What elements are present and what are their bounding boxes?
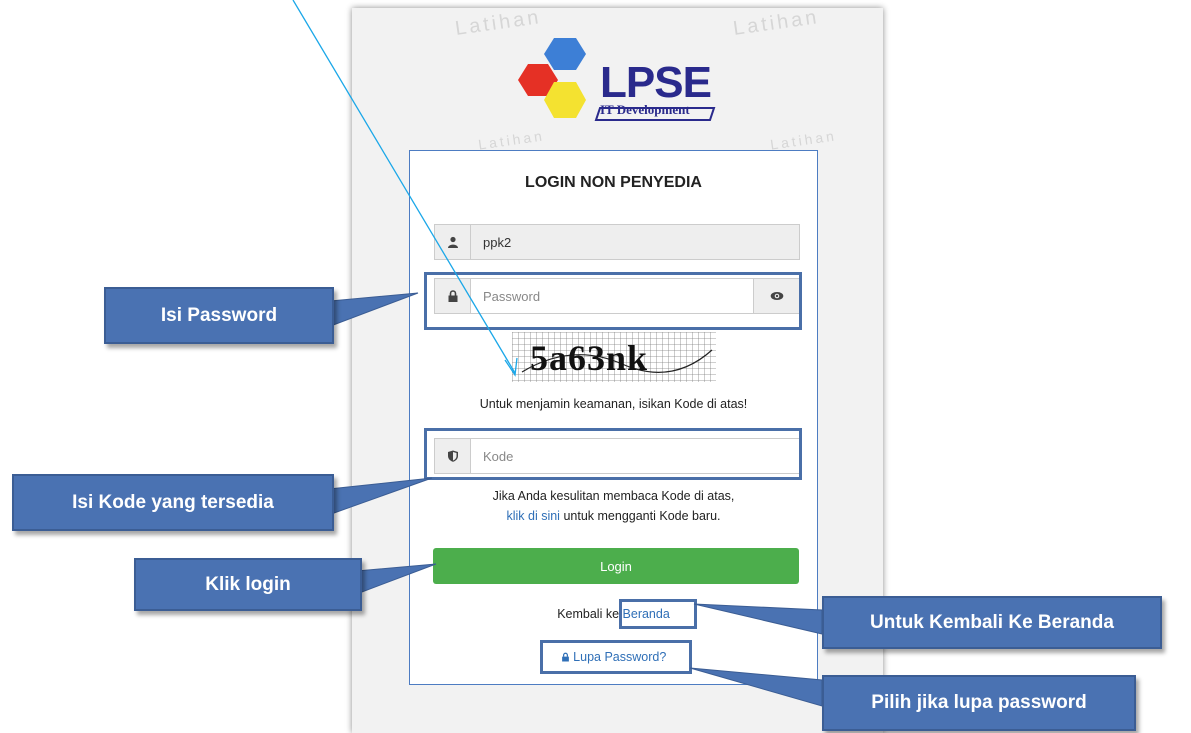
callout-login: Klik login bbox=[134, 558, 362, 611]
callout-code: Isi Kode yang tersedia bbox=[12, 474, 334, 531]
callout-forgot: Pilih jika lupa password bbox=[822, 675, 1136, 731]
callout-tail-password bbox=[319, 292, 419, 331]
callout-tail-forgot bbox=[689, 667, 823, 707]
callout-password: Isi Password bbox=[104, 287, 334, 344]
callout-tail-code bbox=[319, 477, 433, 519]
callout-tail-home bbox=[693, 603, 823, 635]
callout-home: Untuk Kembali Ke Beranda bbox=[822, 596, 1162, 649]
